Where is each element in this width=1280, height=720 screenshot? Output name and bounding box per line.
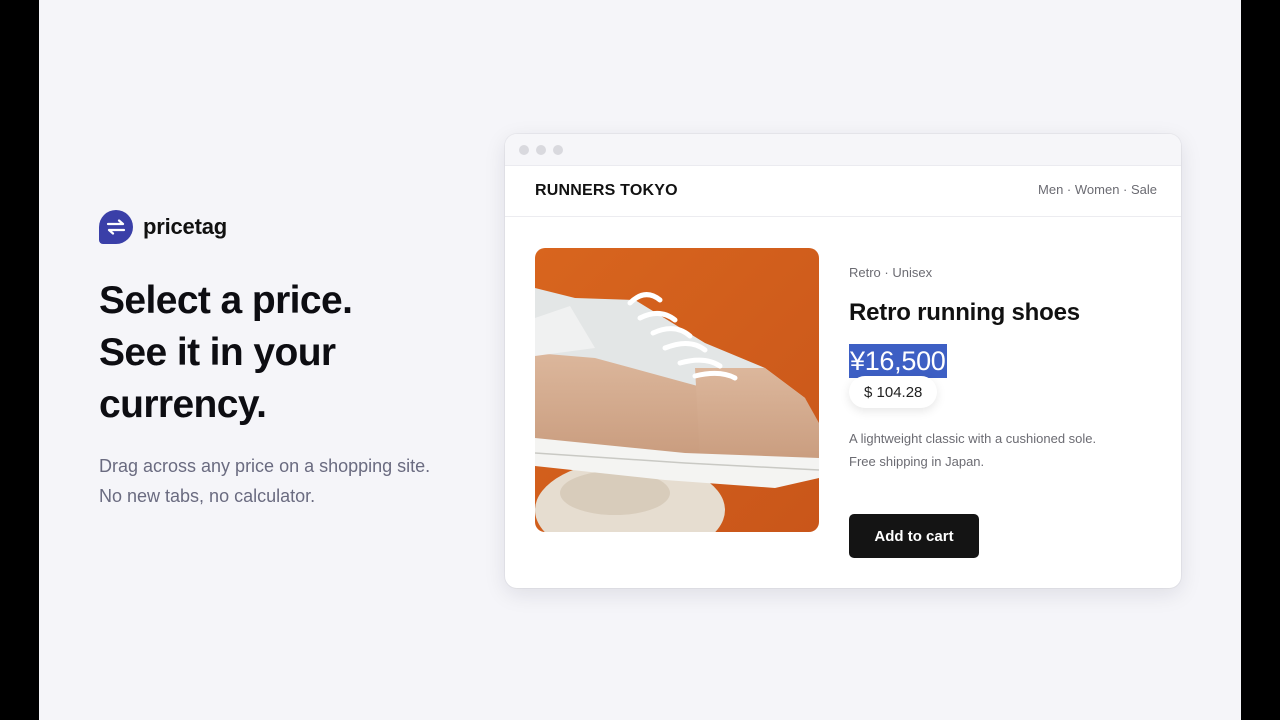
window-dot xyxy=(553,144,563,155)
subtext-line: Drag across any price on a shopping site… xyxy=(99,456,431,476)
browser-window: RUNNERS TOKYO Men · Women · Sale Retro ·… xyxy=(505,134,1181,588)
window-dot xyxy=(519,144,529,155)
product-meta: Retro · Unisex xyxy=(849,265,933,280)
shop-nav: RUNNERS TOKYO Men · Women · Sale xyxy=(505,166,1181,217)
add-to-cart-button[interactable]: Add to cart xyxy=(849,514,979,558)
subtext-line: No new tabs, no calculator. xyxy=(99,486,316,506)
brand-name: pricetag xyxy=(143,214,227,239)
product-description: A lightweight classic with a cushioned s… xyxy=(849,427,1149,473)
product-price-selected[interactable]: ¥16,500 xyxy=(849,344,947,378)
headline-line: Select a price. xyxy=(99,279,353,322)
subtext: Drag across any price on a shopping site… xyxy=(99,451,499,511)
shop-nav-links[interactable]: Men · Women · Sale xyxy=(1038,182,1157,197)
brand: pricetag xyxy=(99,210,227,244)
stage: pricetag Select a price. See it in your … xyxy=(39,0,1241,720)
browser-chrome xyxy=(505,134,1181,166)
headline-line: currency. xyxy=(99,383,267,426)
description-line: Free shipping in Japan. xyxy=(849,454,985,469)
shop-name[interactable]: RUNNERS TOKYO xyxy=(535,182,678,200)
product-title: Retro running shoes xyxy=(849,299,1080,326)
product-image xyxy=(535,248,819,532)
exchange-arrows-icon xyxy=(99,210,133,244)
headline: Select a price. See it in your currency. xyxy=(99,275,499,431)
headline-line: See it in your xyxy=(99,331,336,374)
description-line: A lightweight classic with a cushioned s… xyxy=(849,431,1097,446)
window-dot xyxy=(536,144,546,155)
converted-price-tooltip: $ 104.28 xyxy=(849,376,938,408)
